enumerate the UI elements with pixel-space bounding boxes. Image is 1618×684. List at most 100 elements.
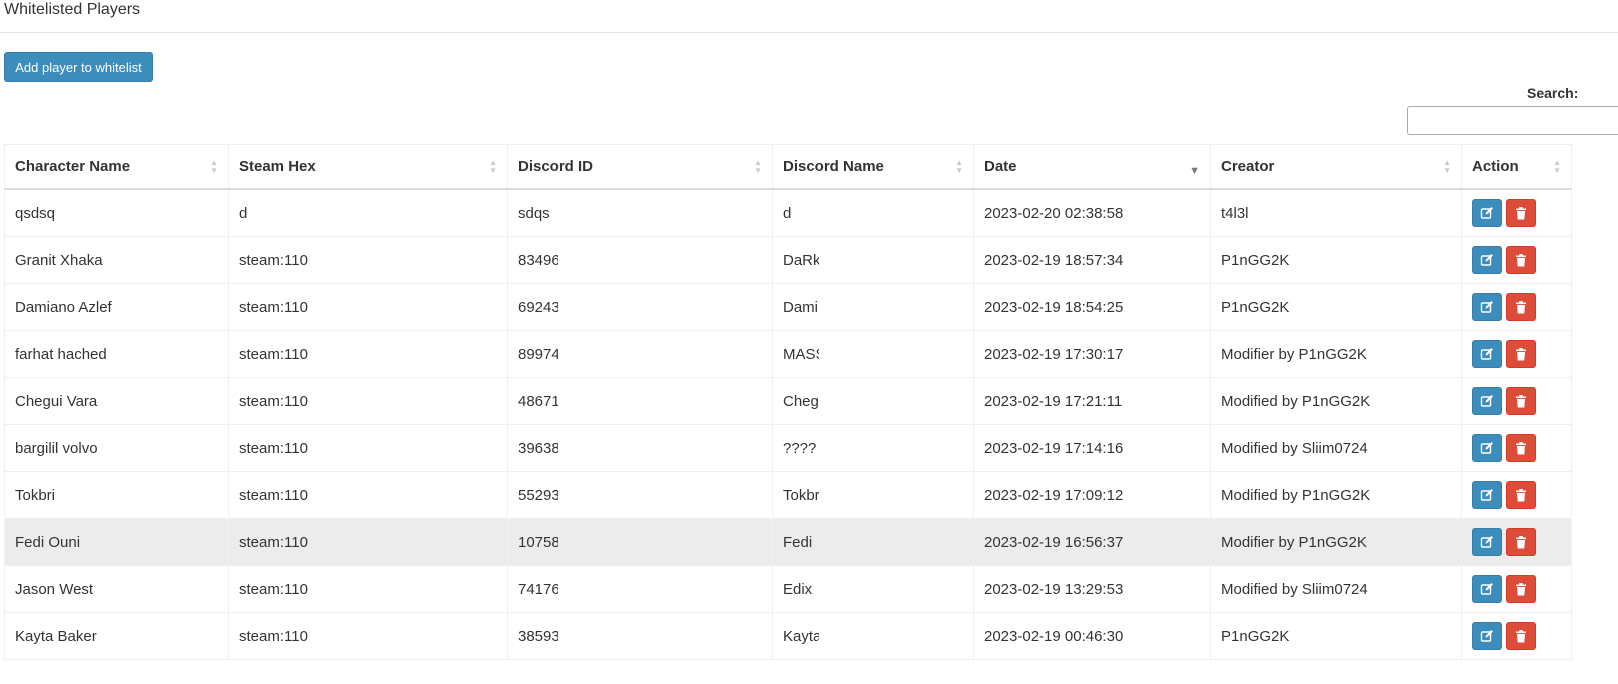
header-date[interactable]: Date ▲▼ xyxy=(973,144,1211,190)
cell-text: Granit Xhaka xyxy=(15,251,103,269)
delete-button[interactable] xyxy=(1506,387,1536,415)
cell-text: 39638 xyxy=(518,439,558,457)
trash-icon xyxy=(1516,535,1526,548)
cell-text: steam:110 xyxy=(239,251,308,269)
cell-text: 38593 xyxy=(518,627,558,645)
header-character-name[interactable]: Character Name ▲ ▼ xyxy=(4,144,229,190)
edit-button[interactable] xyxy=(1472,293,1502,321)
edit-button[interactable] xyxy=(1472,575,1502,603)
col-creator: Modified by P1nGG2K xyxy=(1210,471,1462,519)
col-character-name: farhat hached xyxy=(4,330,229,378)
table-row[interactable]: Tokbri steam:110 55293 Tokbr 2023-02-19 17:0… xyxy=(4,471,1572,519)
whitelist-table: Character Name ▲ ▼ Steam Hex ▲ ▼ Discord ID ▲ ▼ D… xyxy=(4,144,1572,660)
cell-text: Tokbri xyxy=(15,486,56,504)
cell-text: Modified by P1nGG2K xyxy=(1221,486,1371,504)
edit-button[interactable] xyxy=(1472,434,1502,462)
delete-button[interactable] xyxy=(1506,622,1536,650)
cell-text: t4l3l xyxy=(1221,204,1249,222)
row-actions xyxy=(1472,434,1561,462)
delete-button[interactable] xyxy=(1506,199,1536,227)
col-discord-name: ???? xyxy=(772,424,974,472)
edit-button[interactable] xyxy=(1472,199,1502,227)
col-discord-name: Kayta xyxy=(772,612,974,660)
header-label: Action xyxy=(1472,158,1519,175)
sort-arrows-icon: ▲▼ xyxy=(489,157,497,175)
cell-text: qsdsq xyxy=(15,204,56,222)
col-action xyxy=(1461,518,1572,566)
col-discord-id: 74176 xyxy=(507,565,773,613)
row-actions xyxy=(1472,387,1561,415)
cell-text: DaRk xyxy=(783,251,819,269)
add-player-button[interactable]: Add player to whitelist xyxy=(4,52,153,82)
col-discord-name: d xyxy=(772,188,974,237)
header-discord-id[interactable]: Discord ID ▲ ▼ xyxy=(507,144,773,190)
cell-text: 83496 xyxy=(518,251,558,269)
header-label: Creator xyxy=(1221,158,1275,175)
header-discord-name[interactable]: Discord Name ▲ ▼ xyxy=(772,144,974,190)
col-discord-id: 89974 xyxy=(507,330,773,378)
trash-icon xyxy=(1516,441,1526,454)
table-row[interactable]: Damiano Azlef steam:110 69243 Dami 2023-02-1… xyxy=(4,283,1572,331)
col-discord-id: 38593 xyxy=(507,612,773,660)
col-action xyxy=(1461,330,1572,378)
edit-button[interactable] xyxy=(1472,481,1502,509)
table-row[interactable]: Granit Xhaka steam:110 83496 DaRk 2023-02-19… xyxy=(4,236,1572,284)
table-row[interactable]: qsdsq d sdqs d 2023-02-20 02:38:58 t4l3l xyxy=(4,188,1572,237)
edit-button[interactable] xyxy=(1472,528,1502,556)
edit-button[interactable] xyxy=(1472,340,1502,368)
col-character-name: Tokbri xyxy=(4,471,229,519)
delete-button[interactable] xyxy=(1506,434,1536,462)
col-date: 2023-02-19 18:57:34 xyxy=(973,236,1211,284)
table-row[interactable]: farhat hached steam:110 89974 MASS 2023-02-1… xyxy=(4,330,1572,378)
col-discord-name: MASS xyxy=(772,330,974,378)
col-creator: Modifier by P1nGG2K xyxy=(1210,518,1462,566)
cell-text: Modified by Sliim0724 xyxy=(1221,580,1368,598)
col-action xyxy=(1461,565,1572,613)
table-row[interactable]: Jason West steam:110 74176 Edix 2023-02-19 1… xyxy=(4,565,1572,613)
delete-button[interactable] xyxy=(1506,481,1536,509)
trash-icon xyxy=(1516,488,1526,501)
edit-icon xyxy=(1480,254,1493,266)
trash-icon xyxy=(1516,253,1526,266)
col-action xyxy=(1461,471,1572,519)
col-character-name: Chegui Vara xyxy=(4,377,229,425)
col-character-name: bargilil volvo xyxy=(4,424,229,472)
cell-text: 2023-02-19 18:57:34 xyxy=(984,251,1124,269)
header-creator[interactable]: Creator ▲ ▼ xyxy=(1210,144,1462,190)
col-steam-hex: steam:110 xyxy=(228,377,508,425)
header-action[interactable]: Action ▲ ▼ xyxy=(1461,144,1572,190)
delete-button[interactable] xyxy=(1506,528,1536,556)
delete-button[interactable] xyxy=(1506,293,1536,321)
table-row[interactable]: Chegui Vara steam:110 48671 Cheg 2023-02-19 … xyxy=(4,377,1572,425)
edit-button[interactable] xyxy=(1472,622,1502,650)
cell-text: Damiano Azlef xyxy=(15,298,112,316)
edit-icon xyxy=(1480,489,1493,501)
table-header-row: Character Name ▲ ▼ Steam Hex ▲ ▼ Discord ID ▲ ▼ D… xyxy=(4,144,1572,190)
table-row[interactable]: Kayta Baker steam:110 38593 Kayta 2023-02-19… xyxy=(4,612,1572,660)
cell-text: MASS xyxy=(783,345,819,363)
col-date: 2023-02-19 17:30:17 xyxy=(973,330,1211,378)
table-row[interactable]: Fedi Ouni steam:110 10758 Fedi 2023-02-19 16… xyxy=(4,518,1572,566)
search-input[interactable] xyxy=(1407,106,1618,135)
col-discord-id: 39638 xyxy=(507,424,773,472)
col-creator: P1nGG2K xyxy=(1210,612,1462,660)
col-discord-id: sdqs xyxy=(507,188,773,237)
edit-icon xyxy=(1480,301,1493,313)
edit-button[interactable] xyxy=(1472,387,1502,415)
col-action xyxy=(1461,424,1572,472)
cell-text: steam:110 xyxy=(239,439,308,457)
col-discord-id: 83496 xyxy=(507,236,773,284)
col-steam-hex: steam:110 xyxy=(228,471,508,519)
delete-button[interactable] xyxy=(1506,246,1536,274)
col-action xyxy=(1461,283,1572,331)
delete-button[interactable] xyxy=(1506,575,1536,603)
edit-button[interactable] xyxy=(1472,246,1502,274)
table-body: qsdsq d sdqs d 2023-02-20 02:38:58 t4l3l Grani… xyxy=(4,188,1572,660)
trash-icon xyxy=(1516,629,1526,642)
header-label: Date xyxy=(984,158,1017,175)
table-row[interactable]: bargilil volvo steam:110 39638???? 2023-02-… xyxy=(4,424,1572,472)
col-date: 2023-02-19 17:14:16 xyxy=(973,424,1211,472)
delete-button[interactable] xyxy=(1506,340,1536,368)
header-steam-hex[interactable]: Steam Hex ▲ ▼ xyxy=(228,144,508,190)
cell-text: ???? xyxy=(783,439,817,457)
